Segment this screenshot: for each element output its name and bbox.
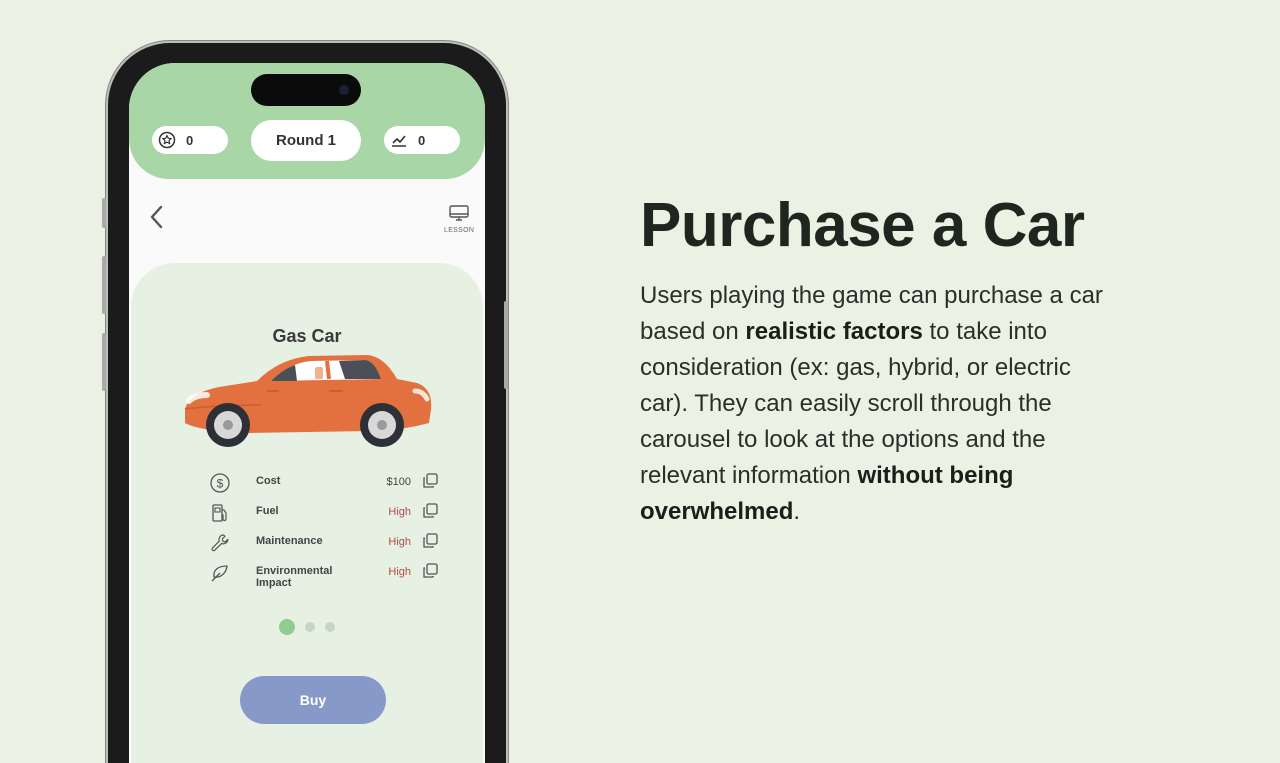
svg-text:$: $ — [217, 477, 224, 491]
carousel-dots — [279, 619, 335, 635]
car-title: Gas Car — [272, 326, 342, 346]
car-image — [179, 351, 435, 453]
description-part-3: . — [793, 498, 801, 525]
copy-icon[interactable] — [421, 472, 439, 490]
description-text: Users playing the game can purchase a ca… — [640, 278, 1110, 530]
copy-icon[interactable] — [421, 532, 439, 550]
carousel-dot-1[interactable] — [279, 619, 295, 635]
page-heading: Purchase a Car — [640, 191, 1085, 260]
description-bold-1: realistic factors — [745, 318, 923, 345]
phone-volume-down-button — [102, 333, 106, 391]
spec-name: Cost — [256, 475, 281, 487]
chevron-left-icon — [150, 205, 163, 229]
phone-screen: 0 Round 1 0 LESSON Gas Car $ Cost $100 F… — [129, 63, 485, 763]
stars-value: 0 — [186, 132, 194, 148]
spec-value: $100 — [386, 476, 411, 488]
copy-icon[interactable] — [421, 502, 439, 520]
back-button[interactable] — [147, 203, 167, 231]
spec-row-environmental-impact: Environmental Impact High — [209, 560, 439, 590]
fuel-pump-icon — [212, 504, 227, 522]
spec-value: High — [388, 536, 411, 548]
spec-value: High — [388, 506, 411, 518]
lesson-label: LESSON — [444, 227, 475, 234]
phone-power-button — [504, 301, 508, 389]
phone-volume-up-button — [102, 256, 106, 314]
dollar-icon: $ — [210, 473, 230, 493]
growth-value: 0 — [418, 132, 426, 148]
wrench-icon — [211, 534, 229, 552]
carousel-dot-3[interactable] — [325, 622, 335, 632]
monitor-icon — [449, 205, 469, 221]
phone-action-button — [102, 198, 106, 228]
spec-name: Environmental Impact — [256, 565, 333, 589]
car-carousel-card[interactable]: Gas Car $ Cost $100 Fuel High Maintenanc… — [131, 263, 483, 763]
growth-counter: 0 — [384, 126, 460, 154]
spec-row-fuel: Fuel High — [209, 500, 439, 530]
spec-row-maintenance: Maintenance High — [209, 530, 439, 560]
trend-chart-icon — [390, 131, 408, 149]
spec-row-cost: $ Cost $100 — [209, 470, 439, 500]
spec-value: High — [388, 566, 411, 578]
lesson-button[interactable]: LESSON — [444, 204, 474, 234]
spec-name: Maintenance — [256, 535, 323, 547]
phone-mockup: 0 Round 1 0 LESSON Gas Car $ Cost $100 F… — [102, 43, 508, 763]
stars-counter: 0 — [152, 126, 228, 154]
star-badge-icon — [158, 131, 176, 149]
dynamic-island — [251, 74, 361, 106]
car-specs-list: $ Cost $100 Fuel High Maintenance High E… — [209, 470, 439, 590]
game-top-bar: 0 Round 1 0 — [129, 63, 485, 179]
round-indicator: Round 1 — [251, 120, 361, 161]
leaf-icon — [211, 565, 228, 582]
carousel-dot-2[interactable] — [305, 622, 315, 632]
copy-icon[interactable] — [421, 562, 439, 580]
spec-name: Fuel — [256, 505, 279, 517]
buy-button[interactable]: Buy — [240, 676, 386, 724]
